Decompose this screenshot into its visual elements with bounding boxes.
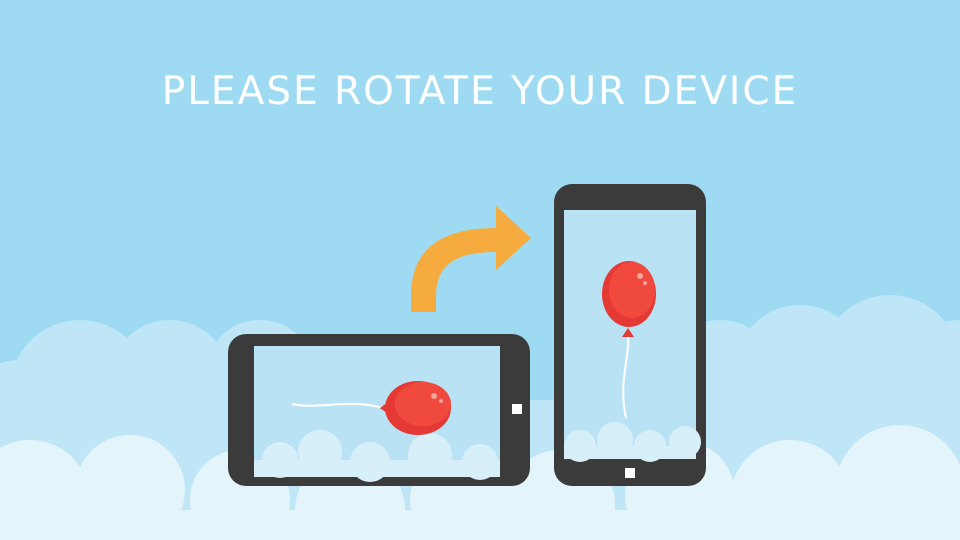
rotate-arrow-icon [411,206,531,312]
landscape-home-button [512,404,522,414]
rotate-device-overlay: { "message": "PLEASE ROTATE YOUR DEVICE"… [0,0,960,540]
rotate-message: PLEASE ROTATE YOUR DEVICE [161,69,799,114]
portrait-home-button [625,468,635,478]
landscape-phone-icon [228,334,530,486]
portrait-phone-icon [554,184,706,486]
